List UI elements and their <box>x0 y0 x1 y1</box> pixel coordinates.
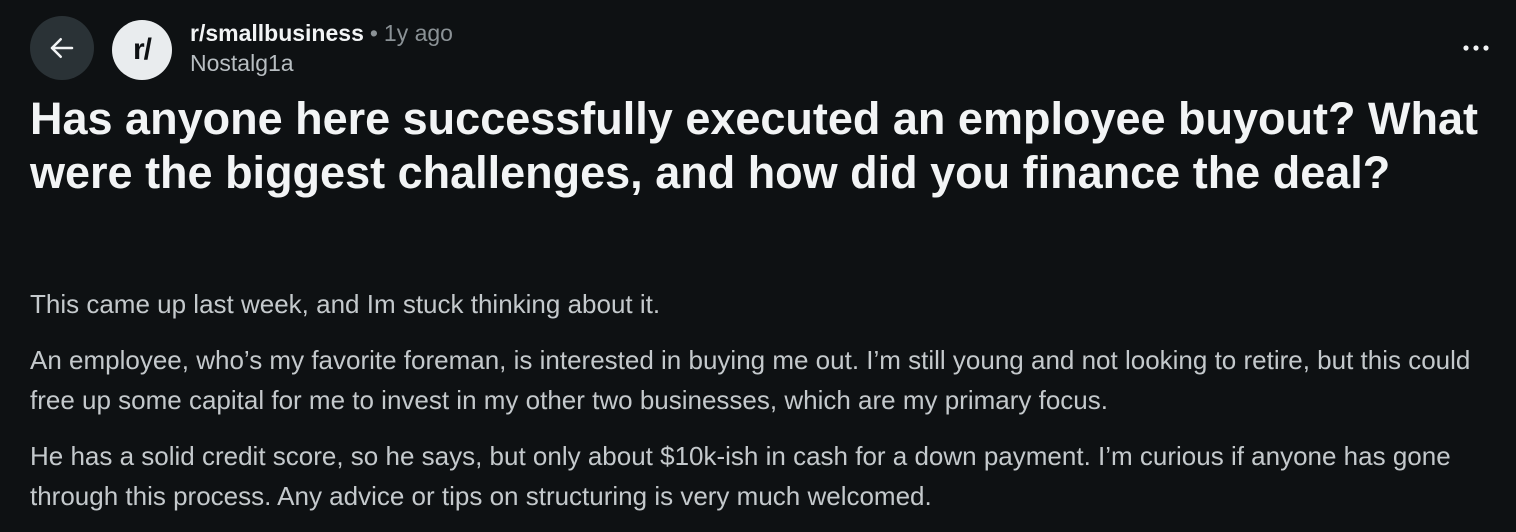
overflow-menu-button[interactable] <box>1456 28 1496 68</box>
author-link[interactable]: Nostalg1a <box>190 48 453 78</box>
post-paragraph: An employee, who’s my favorite foreman, … <box>30 345 1471 415</box>
post-paragraph: He has a solid credit score, so he says,… <box>30 441 1451 511</box>
post-body: This came up last week, and Im stuck thi… <box>30 284 1500 532</box>
post-header: r/ r/smallbusiness • 1y ago Nostalg1a <box>30 14 1502 80</box>
reddit-r-slash-icon: r/ <box>132 33 152 66</box>
subreddit-avatar[interactable]: r/ <box>112 20 172 80</box>
post-paragraph: This came up last week, and Im stuck thi… <box>30 289 661 319</box>
subreddit-link[interactable]: r/smallbusiness <box>190 20 364 46</box>
meta-separator: • <box>369 20 378 46</box>
post-title: Has anyone here successfully executed an… <box>30 93 1478 198</box>
more-horizontal-icon <box>1463 45 1489 51</box>
post-meta-line: r/smallbusiness • 1y ago <box>190 18 453 48</box>
arrow-left-icon <box>50 38 74 58</box>
post-meta: r/smallbusiness • 1y ago Nostalg1a <box>190 18 453 78</box>
back-button[interactable] <box>30 16 94 80</box>
post-age: 1y ago <box>383 20 453 46</box>
